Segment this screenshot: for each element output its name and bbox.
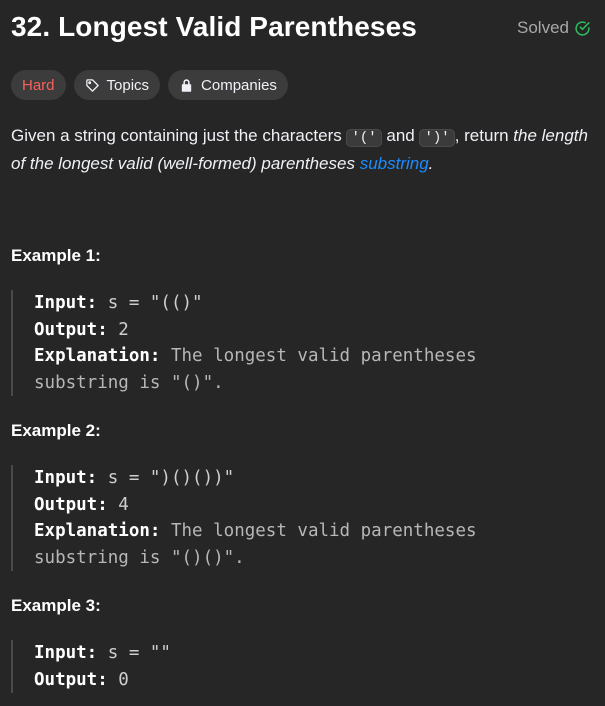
companies-label: Companies (201, 76, 277, 94)
input-label: Input: (34, 643, 98, 663)
input-value: s = ")()())" (97, 468, 235, 488)
description-text: and (381, 126, 420, 145)
description-period: . (428, 154, 434, 173)
tag-bar: Hard Topics Companies (11, 70, 288, 100)
explanation-text: substring is "()". (34, 372, 224, 393)
output-label: Output: (34, 669, 108, 690)
example-1-title: Example 1: (11, 246, 101, 265)
input-value: s = "" (97, 643, 171, 663)
explanation-label: Explanation: (34, 521, 161, 541)
substring-link[interactable]: substring (360, 154, 429, 173)
output-label: Output: (34, 494, 108, 515)
description-text: , return (454, 126, 514, 145)
explanation-text: The longest valid parentheses (160, 346, 477, 366)
check-circle-icon (575, 20, 590, 36)
topics-button[interactable]: Topics (73, 70, 161, 100)
topics-label: Topics (106, 76, 150, 94)
difficulty-label: Hard (22, 76, 55, 94)
explanation-text: substring is "()()". (34, 547, 245, 568)
difficulty-badge[interactable]: Hard (11, 70, 66, 100)
example-2-block: Input: s = ")()())" Output: 4 Explanatio… (11, 465, 594, 571)
solved-status: Solved (517, 18, 591, 38)
input-value: s = "(()" (97, 293, 203, 313)
explanation-label: Explanation: (34, 346, 161, 366)
inline-code-open-paren: '(' (346, 129, 382, 147)
problem-description: Given a string containing just the chara… (11, 123, 591, 177)
example-1-block: Input: s = "(()" Output: 2 Explanation: … (11, 290, 594, 396)
companies-button[interactable]: Companies (168, 70, 288, 100)
lock-icon (181, 78, 192, 92)
solved-label: Solved (517, 18, 569, 37)
problem-title: 32. Longest Valid Parentheses (11, 11, 417, 42)
example-3-title: Example 3: (11, 596, 101, 615)
inline-code-close-paren: ')' (419, 129, 455, 147)
output-label: Output: (34, 319, 108, 340)
output-value: 2 (107, 319, 129, 340)
example-2-title: Example 2: (11, 421, 101, 440)
output-value: 0 (107, 669, 129, 690)
output-value: 4 (107, 494, 129, 515)
input-label: Input: (34, 293, 98, 313)
input-label: Input: (34, 468, 98, 488)
description-text: Given a string containing just the chara… (11, 126, 347, 145)
explanation-text: The longest valid parentheses (160, 521, 477, 541)
example-3-block: Input: s = "" Output: 0 (11, 640, 594, 693)
tag-icon (85, 78, 99, 92)
